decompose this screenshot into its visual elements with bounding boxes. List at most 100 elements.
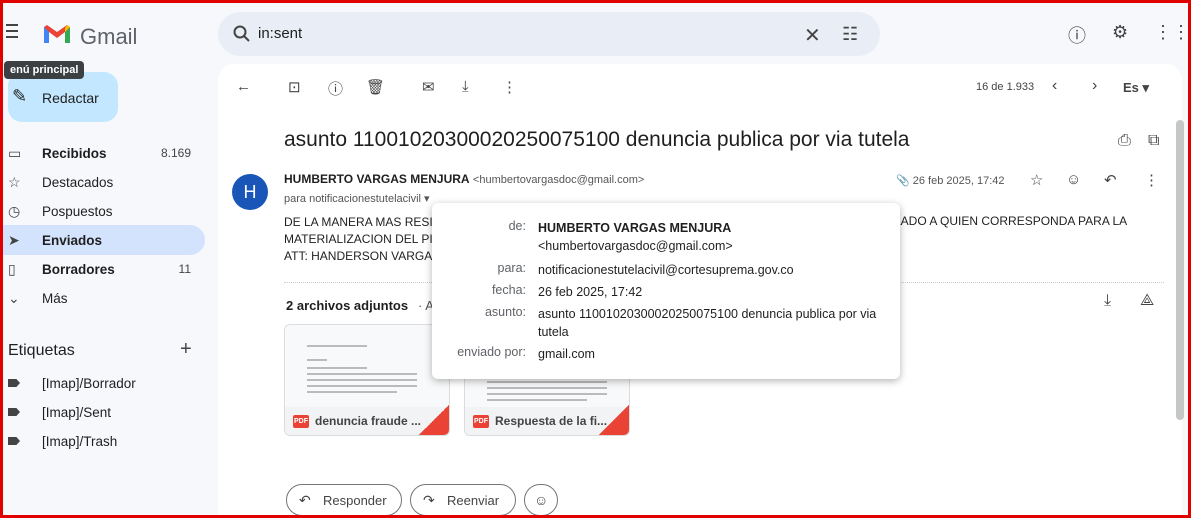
- drafts-count: 11: [178, 262, 191, 276]
- sidebar-item-drafts[interactable]: ▯ Borradores 11: [0, 254, 205, 284]
- reply-icon[interactable]: ↶: [1104, 171, 1117, 189]
- message-more-icon[interactable]: ⋮: [1144, 171, 1159, 189]
- language-label: Es: [1123, 80, 1139, 95]
- sender-name: HUMBERTO VARGAS MENJURA: [284, 172, 470, 186]
- inbox-icon: ▭: [8, 145, 22, 161]
- move-to-icon[interactable]: ⤓: [462, 78, 469, 95]
- label-item[interactable]: [Imap]/Trash: [0, 428, 205, 454]
- help-icon[interactable]: ⓘ: [1068, 22, 1086, 48]
- attachment-clip-icon: 📎: [896, 175, 910, 187]
- open-new-window-icon[interactable]: ⧉: [1148, 132, 1159, 150]
- label-tag-icon: [8, 408, 20, 416]
- main-menu-tooltip: enú principal: [4, 61, 85, 79]
- sidebar-item-snoozed[interactable]: ◷ Pospuestos: [0, 196, 205, 226]
- archive-icon[interactable]: ⊡: [288, 78, 301, 96]
- labels-heading: Etiquetas: [8, 342, 75, 359]
- previous-icon[interactable]: ‹: [1052, 77, 1057, 95]
- settings-gear-icon[interactable]: ⚙: [1112, 22, 1128, 43]
- attachment-thumbnail: [285, 325, 449, 407]
- more-options-icon[interactable]: ⋮: [502, 78, 517, 96]
- label-item[interactable]: [Imap]/Borrador: [0, 370, 205, 396]
- top-bar: Gmail in:sent ✕ ☷ ⓘ ⚙ ⋮⋮: [0, 0, 1191, 64]
- report-spam-icon[interactable]: ⓘ: [328, 78, 343, 99]
- main-menu-icon[interactable]: [6, 24, 18, 38]
- reply-label: Responder: [323, 493, 387, 508]
- detail-value: gmail.com: [538, 347, 595, 361]
- detail-value: HUMBERTO VARGAS MENJURA <humbertovargasd…: [538, 219, 888, 255]
- attachment-card[interactable]: PDF denuncia fraude ...: [284, 324, 450, 436]
- sidebar-item-sent[interactable]: ➤ Enviados: [0, 225, 205, 255]
- label-tag-icon: [8, 437, 20, 445]
- sidebar-item-more[interactable]: ⌄ Más: [0, 283, 205, 313]
- print-icon[interactable]: ⎙: [1118, 132, 1131, 150]
- download-all-icon[interactable]: ⤓: [1104, 292, 1111, 310]
- chevron-down-icon: ⌄: [8, 290, 20, 306]
- label-item[interactable]: [Imap]/Sent: [0, 399, 205, 425]
- next-icon[interactable]: ›: [1092, 77, 1097, 95]
- sidebar-item-label: Más: [42, 291, 68, 306]
- sidebar-item-label: Borradores: [42, 262, 115, 277]
- detail-value: 26 feb 2025, 17:42: [538, 285, 643, 299]
- forward-button[interactable]: ↷ Reenviar: [410, 484, 516, 516]
- mark-unread-icon[interactable]: ✉: [422, 78, 435, 96]
- email-subject: asunto 11001020300020250075100 denuncia …: [284, 128, 910, 151]
- clear-search-icon[interactable]: ✕: [804, 23, 821, 48]
- attachment-name: denuncia fraude ...: [315, 414, 422, 428]
- detail-key: enviado por:: [457, 345, 526, 359]
- pencil-icon: ✎: [12, 86, 28, 106]
- search-input[interactable]: in:sent: [258, 25, 302, 42]
- sidebar-item-starred[interactable]: ☆ Destacados: [0, 167, 205, 197]
- scrollbar[interactable]: [1176, 120, 1184, 420]
- add-label-icon[interactable]: +: [180, 338, 192, 361]
- detail-sender-name: HUMBERTO VARGAS MENJURA: [538, 221, 732, 235]
- delete-icon[interactable]: 🗑: [366, 78, 385, 96]
- search-options-icon[interactable]: ☷: [842, 24, 858, 45]
- emoji-button[interactable]: ☺: [524, 484, 558, 516]
- label-name: [Imap]/Trash: [42, 434, 118, 449]
- compose-button[interactable]: ✎ Redactar: [8, 72, 118, 122]
- detail-value: notificacionestutelacivil@cortesuprema.g…: [538, 263, 794, 277]
- sender-email: <humbertovargasdoc@gmail.com>: [472, 174, 645, 186]
- sidebar-item-label: Destacados: [42, 175, 114, 190]
- show-details-icon[interactable]: ▾: [424, 193, 430, 205]
- label-name: [Imap]/Sent: [42, 405, 112, 420]
- reply-icon: ↶: [299, 492, 311, 508]
- page-fold-icon: [599, 405, 629, 435]
- emoji-icon: ☺: [534, 492, 549, 508]
- send-icon: ➤: [8, 232, 20, 248]
- label-name: [Imap]/Borrador: [42, 376, 136, 391]
- sender-line: HUMBERTO VARGAS MENJURA <humbertovargasd…: [284, 172, 644, 186]
- page-fold-icon: [419, 405, 449, 435]
- avatar[interactable]: H: [232, 174, 268, 210]
- forward-icon: ↷: [423, 492, 435, 508]
- recipient-line[interactable]: para notificacionestutelacivil ▾: [284, 192, 430, 205]
- attachment-name: Respuesta de la fi...: [495, 414, 608, 428]
- attachments-heading: 2 archivos adjuntos: [286, 298, 409, 313]
- search-bar[interactable]: in:sent ✕ ☷: [218, 12, 880, 56]
- detail-key: de:: [508, 219, 526, 233]
- gmail-logo-icon[interactable]: [42, 23, 72, 45]
- label-tag-icon: [8, 379, 20, 387]
- add-to-drive-icon[interactable]: ⟁: [1140, 292, 1154, 310]
- search-icon[interactable]: [232, 24, 252, 44]
- reply-button[interactable]: ↶ Responder: [286, 484, 402, 516]
- emoji-react-icon[interactable]: ☺: [1066, 171, 1081, 188]
- language-select[interactable]: Es ▾: [1123, 80, 1149, 96]
- detail-sender-email: <humbertovargasdoc@gmail.com>: [538, 239, 733, 253]
- sender-details-popup: de: HUMBERTO VARGAS MENJURA <humbertovar…: [432, 203, 900, 379]
- sidebar-item-label: Recibidos: [42, 146, 107, 161]
- apps-grid-icon[interactable]: ⋮⋮: [1154, 22, 1190, 43]
- star-icon[interactable]: ☆: [1030, 171, 1043, 189]
- detail-key: fecha:: [491, 283, 526, 297]
- back-arrow-icon[interactable]: ←: [236, 78, 251, 95]
- forward-label: Reenviar: [447, 493, 500, 508]
- recipient-text: para notificacionestutelacivil: [284, 193, 421, 205]
- draft-icon: ▯: [8, 261, 16, 277]
- pdf-icon: PDF: [473, 415, 489, 428]
- body-line-continuation: SLADO A QUIEN CORRESPONDA PARA LA: [886, 214, 1128, 228]
- sidebar-item-label: Enviados: [42, 233, 103, 248]
- sidebar-item-inbox[interactable]: ▭ Recibidos 8.169: [0, 138, 205, 168]
- clock-icon: ◷: [8, 203, 21, 219]
- pagination-text: 16 de 1.933: [976, 81, 1035, 93]
- gmail-wordmark: Gmail: [80, 24, 138, 49]
